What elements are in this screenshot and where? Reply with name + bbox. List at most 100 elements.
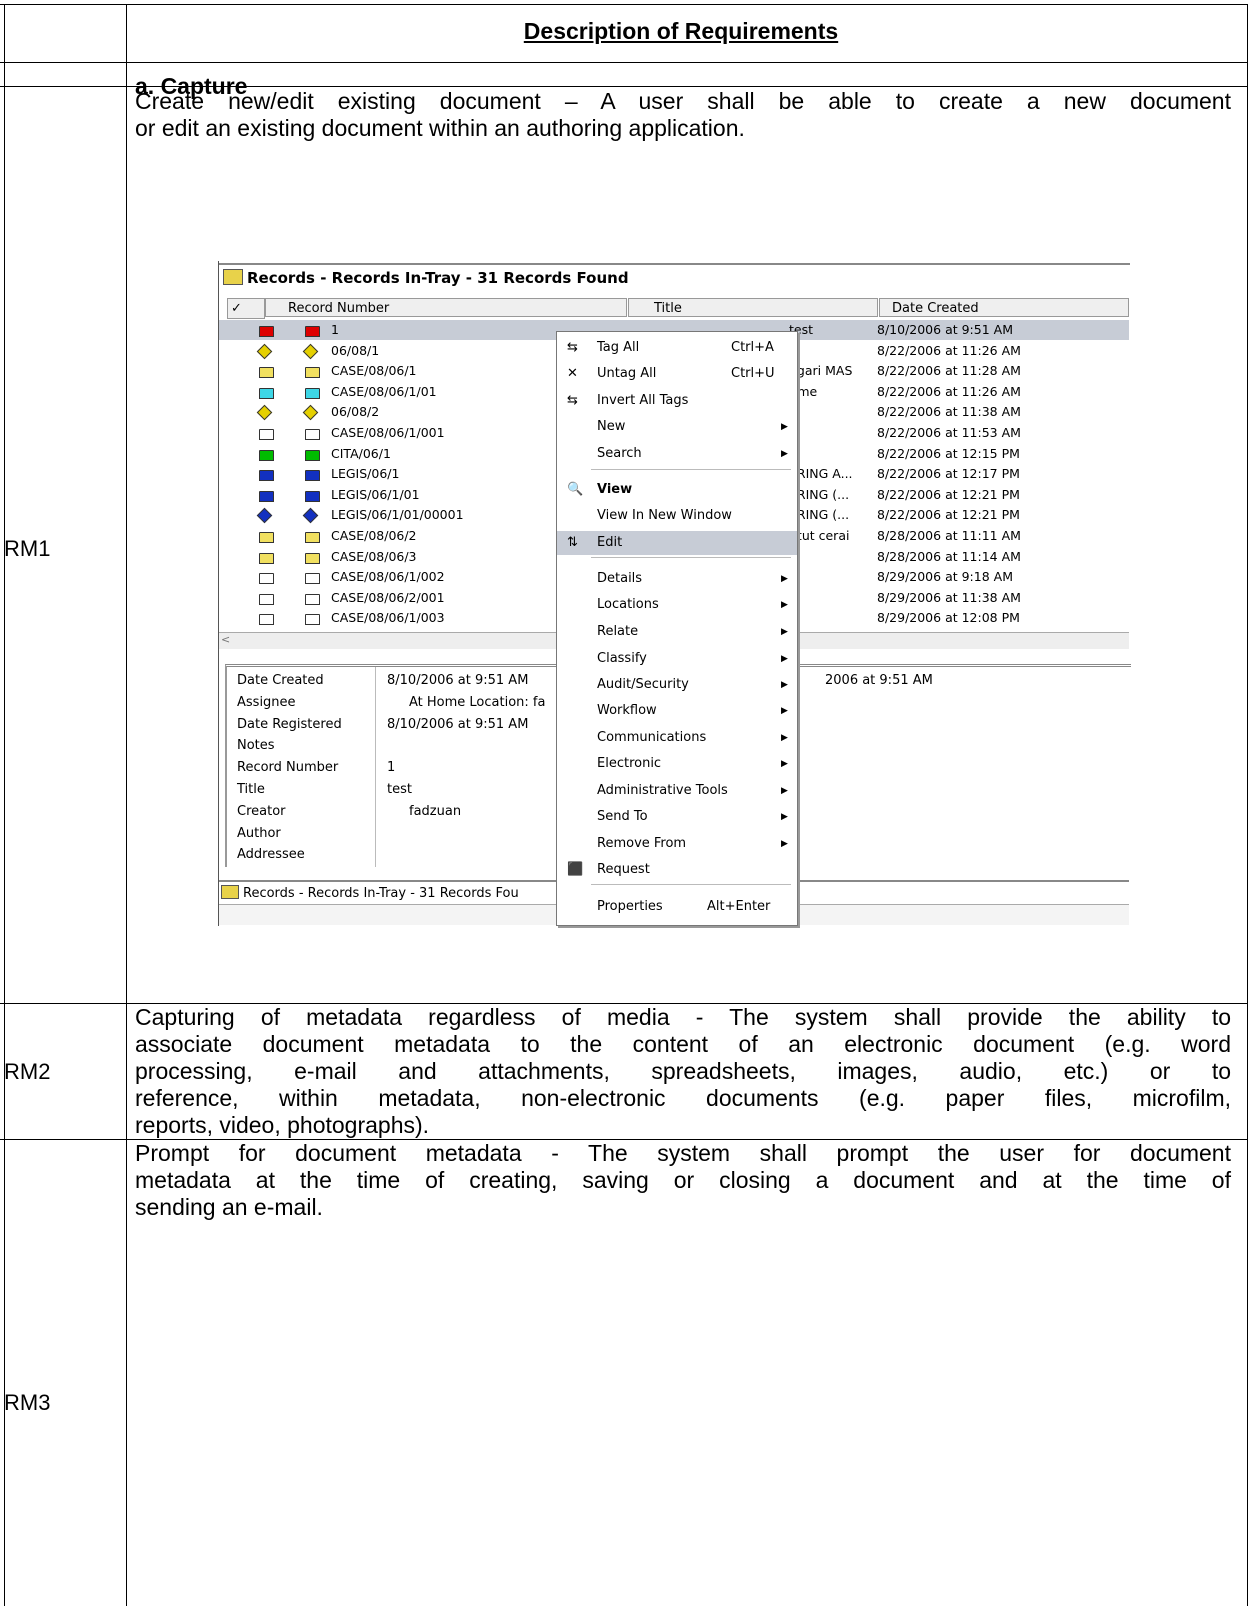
submenu-arrow-icon: ▶ (781, 449, 788, 459)
text-line: or edit an existing document within an a… (135, 115, 745, 141)
window-titlebar: Records - Records In-Tray - 31 Records F… (219, 263, 1130, 291)
menu-item-invert-all-tags[interactable]: ⇆ Invert All Tags (557, 389, 797, 413)
requirements-document: Description of Requirements a. Capture R… (0, 0, 1252, 1606)
menu-item-label: View (597, 482, 633, 497)
text-line: Prompt for document metadata - The syste… (135, 1140, 1231, 1166)
menu-item-electronic[interactable]: Electronic ▶ (557, 752, 797, 776)
detail-label: Assignee (237, 694, 296, 710)
detail-label: Author (237, 825, 281, 841)
record-title: ntut cerai (789, 528, 850, 543)
folder-icon (259, 593, 274, 605)
submenu-arrow-icon: ▶ (781, 422, 788, 432)
menu-item-classify[interactable]: Classify ▶ (557, 647, 797, 671)
menu-item-label: Send To (597, 809, 648, 824)
menu-item-edit[interactable]: ⇅ Edit (557, 531, 797, 555)
record-type-icon (302, 508, 319, 524)
folder-icon (305, 573, 320, 585)
submenu-arrow-icon: ▶ (781, 733, 788, 743)
record-type-icon (256, 508, 273, 524)
record-number: LEGIS/06/1 (331, 466, 400, 482)
menu-item-view[interactable]: 🔍 View (557, 478, 797, 502)
table-border-top (0, 4, 1248, 5)
submenu-arrow-icon: ▶ (781, 627, 788, 637)
record-number: CASE/08/06/2/001 (331, 589, 445, 605)
text-line: associate document metadata to the conte… (135, 1031, 1231, 1057)
menu-item-request[interactable]: ⬛ Request (557, 858, 797, 882)
menu-item-properties[interactable]: Properties Alt+Enter (557, 895, 797, 919)
record-date-created: 8/22/2006 at 11:28 AM (877, 363, 1021, 379)
menu-item-workflow[interactable]: Workflow ▶ (557, 699, 797, 723)
table-border-left (4, 4, 5, 1606)
menu-item-details[interactable]: Details ▶ (557, 567, 797, 591)
menu-item-untag-all[interactable]: ✕ Untag All Ctrl+U (557, 362, 797, 386)
menu-item-view-in-new-window[interactable]: View In New Window (557, 504, 797, 528)
text-line: reference, within metadata, non-electron… (135, 1085, 1231, 1111)
record-number: CASE/08/06/1 (331, 363, 417, 379)
record-number: 1 (331, 322, 339, 337)
tag-column-header[interactable]: ✓ (227, 298, 265, 319)
column-header-title[interactable]: Title (628, 298, 878, 317)
menu-item-audit-security[interactable]: Audit/Security ▶ (557, 673, 797, 697)
table-divider (0, 62, 1248, 63)
menu-item-label: Tag All (597, 340, 640, 355)
row-id-rm1: RM1 (4, 536, 51, 561)
record-number: CASE/08/06/1/01 (331, 383, 437, 399)
menu-separator (591, 557, 791, 558)
menu-item-send-to[interactable]: Send To ▶ (557, 805, 797, 829)
menu-item-search[interactable]: Search ▶ (557, 442, 797, 466)
record-number: 06/08/2 (331, 404, 380, 420)
table-header: Description of Requirements (523, 18, 839, 44)
record-type-icon (302, 343, 319, 359)
submenu-arrow-icon: ▶ (781, 812, 788, 822)
record-number: CASE/08/06/2 (331, 528, 417, 543)
record-number: CITA/06/1 (331, 445, 391, 461)
menu-item-new[interactable]: New ▶ (557, 415, 797, 439)
menu-item-remove-from[interactable]: Remove From ▶ (557, 832, 797, 856)
submenu-arrow-icon: ▶ (781, 786, 788, 796)
folder-icon (305, 429, 320, 440)
window-title: Records - Records In-Tray - 31 Records F… (247, 269, 629, 287)
menu-item-label: Remove From (597, 836, 687, 851)
detail-extra-date: 2006 at 9:51 AM (825, 673, 933, 688)
menu-item-label: Request (597, 862, 650, 877)
menu-item-label: Relate (597, 624, 639, 639)
detail-label: Creator (237, 803, 286, 819)
menu-item-icon: ⇆ (567, 393, 578, 408)
record-date-created: 8/22/2006 at 12:15 PM (877, 445, 1020, 461)
record-number: LEGIS/06/1/01/00001 (331, 507, 464, 523)
menu-item-locations[interactable]: Locations ▶ (557, 593, 797, 617)
folder-icon (305, 387, 320, 399)
menu-item-relate[interactable]: Relate ▶ (557, 620, 797, 644)
submenu-arrow-icon: ▶ (781, 680, 788, 690)
record-date-created: 8/22/2006 at 11:26 AM (877, 342, 1021, 358)
menu-item-label: Details (597, 571, 643, 586)
folder-icon (259, 449, 274, 461)
detail-label: Date Registered (237, 716, 342, 732)
menu-item-administrative-tools[interactable]: Administrative Tools ▶ (557, 779, 797, 803)
record-number: CASE/08/06/1/002 (331, 569, 445, 585)
menu-item-tag-all[interactable]: ⇆ Tag All Ctrl+A (557, 336, 797, 360)
menu-item-label: Untag All (597, 366, 657, 381)
menu-separator (591, 469, 791, 470)
detail-label: Title (237, 782, 265, 797)
menu-item-label: Electronic (597, 756, 662, 771)
folder-icon (259, 367, 274, 379)
detail-value: 8/10/2006 at 9:51 AM (387, 673, 529, 688)
table-border-right (1247, 4, 1248, 1606)
menu-item-communications[interactable]: Communications ▶ (557, 726, 797, 750)
menu-item-label: Invert All Tags (597, 393, 689, 408)
folder-icon (305, 593, 320, 605)
column-header-date-created[interactable]: Date Created (879, 298, 1129, 317)
menu-item-icon: ⇆ (567, 340, 578, 355)
menu-item-icon: ⇅ (567, 535, 578, 550)
folder-icon (305, 490, 320, 502)
column-header-record-number[interactable]: Record Number (265, 298, 627, 317)
record-date-created: 8/22/2006 at 11:53 AM (877, 425, 1021, 440)
record-date-created: 8/22/2006 at 12:21 PM (877, 507, 1020, 523)
text-line: Create new/edit existing document – A us… (135, 88, 1231, 114)
scroll-left-icon[interactable]: < (221, 633, 230, 646)
detail-value: 8/10/2006 at 9:51 AM (387, 716, 529, 732)
menu-item-label: Classify (597, 651, 647, 666)
context-menu: ⇆ Tag All Ctrl+A ✕ Untag All Ctrl+U ⇆ Invert Al… (556, 331, 798, 926)
folder-icon (305, 532, 320, 543)
